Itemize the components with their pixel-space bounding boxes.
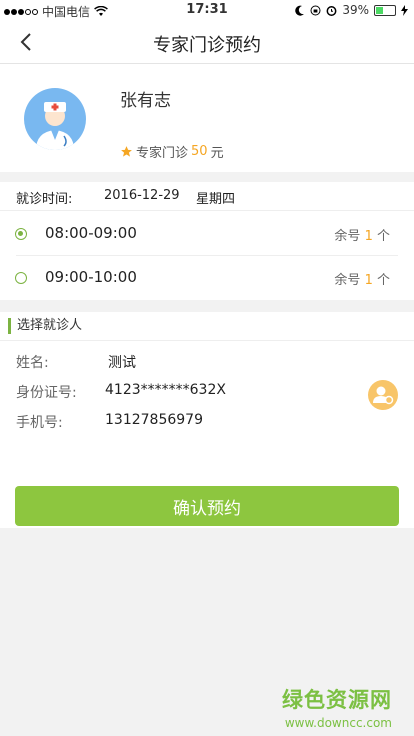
visit-time-section: 就诊时间: 2016-12-29 星期四 08:00-09:00 余号 1 个 …: [0, 182, 414, 300]
nav-bar: 专家门诊预约: [0, 20, 414, 64]
visit-date: 2016-12-29: [104, 188, 180, 203]
slot-time: 09:00-10:00: [45, 268, 137, 286]
visit-date-row: 就诊时间: 2016-12-29 星期四: [16, 188, 235, 207]
patient-phone: 13127856979: [105, 412, 203, 428]
patient-id: 4123*******632X: [105, 382, 226, 398]
doctor-avatar-icon: [24, 88, 86, 150]
star-icon: [121, 146, 132, 157]
doctor-fee: 专家门诊 50 元: [120, 142, 224, 161]
doctor-avatar: [24, 88, 86, 150]
system-icons: 39%: [295, 3, 408, 17]
moon-icon: [295, 5, 305, 16]
radio-unselected-icon[interactable]: [15, 272, 27, 284]
watermark-url: www.downcc.com: [284, 716, 392, 730]
fee-unit: 元: [210, 146, 224, 161]
fee-label: 专家门诊: [136, 146, 189, 161]
patient-name: 测试: [108, 355, 136, 371]
fee-amount: 50: [191, 144, 208, 159]
remain-unit: 个: [376, 273, 390, 288]
orientation-lock-icon: [310, 5, 321, 15]
time-slot-0900[interactable]: 09:00-10:00 余号 1 个: [0, 256, 414, 300]
id-label: 身份证号:: [16, 385, 77, 401]
name-label: 姓名:: [16, 355, 49, 371]
slot-time: 08:00-09:00: [45, 224, 137, 242]
battery-percent: 39%: [342, 3, 369, 17]
time-slot-0800[interactable]: 08:00-09:00 余号 1 个: [0, 212, 414, 256]
remain-count: 1: [364, 229, 373, 244]
watermark-title: 绿色资源网: [282, 688, 392, 712]
remain-label: 余号: [334, 229, 361, 244]
remain-unit: 个: [376, 229, 390, 244]
doctor-name: 张有志: [120, 91, 171, 111]
alarm-icon: [326, 5, 337, 16]
charging-icon: [401, 4, 408, 16]
slot-remaining: 余号 1 个: [334, 269, 390, 288]
visit-weekday: 星期四: [196, 192, 236, 207]
divider: [0, 340, 414, 341]
divider: [0, 210, 414, 211]
visit-time-label: 就诊时间:: [16, 192, 73, 207]
slot-remaining: 余号 1 个: [334, 225, 390, 244]
confirm-appointment-button[interactable]: 确认预约: [15, 486, 399, 526]
phone-label: 手机号:: [16, 415, 63, 431]
remain-label: 余号: [334, 273, 361, 288]
status-bar: 中国电信 17:31 39%: [0, 0, 414, 20]
remain-count: 1: [364, 273, 373, 288]
section-title: 选择就诊人: [8, 318, 82, 334]
watermark: 绿色资源网 www.downcc.com: [282, 684, 392, 730]
doctor-card: 张有志 专家门诊 50 元: [0, 64, 414, 172]
radio-selected-icon[interactable]: [15, 228, 27, 240]
contact-card-icon[interactable]: [368, 380, 398, 410]
page-title: 专家门诊预约: [153, 35, 261, 56]
battery-icon: [374, 4, 396, 16]
